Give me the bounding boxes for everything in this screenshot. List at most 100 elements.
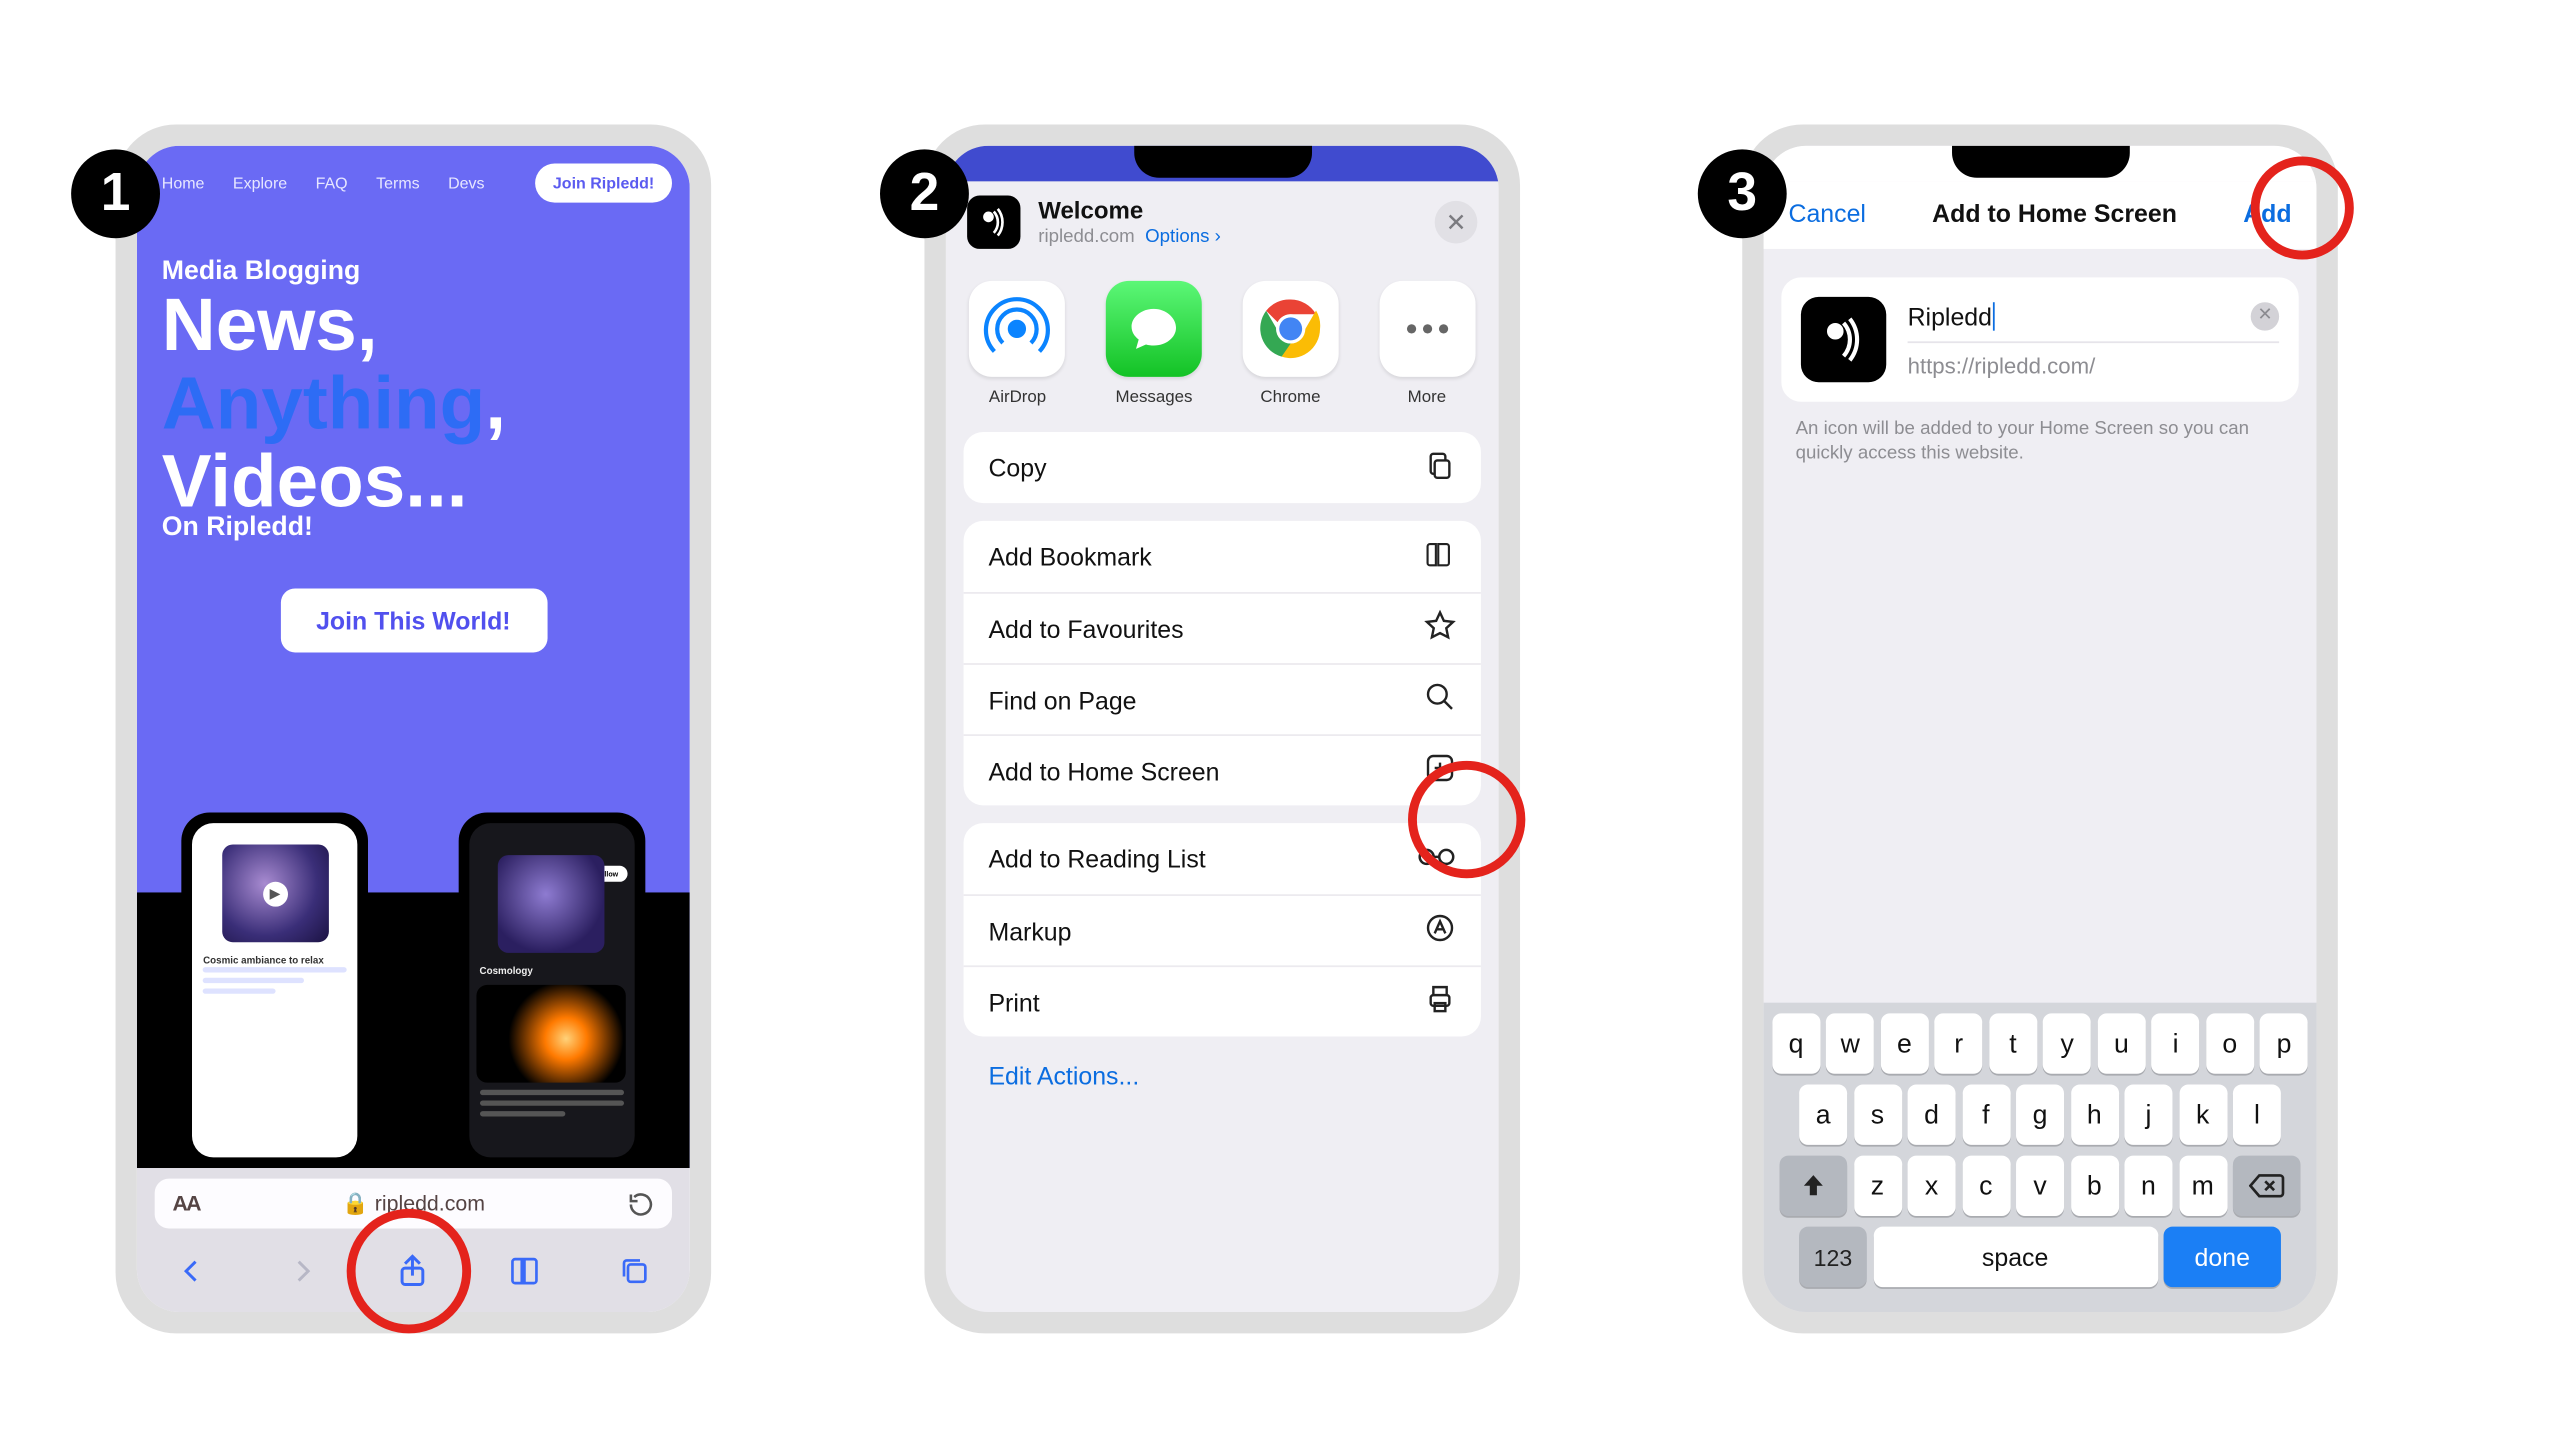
- action-find-on-page[interactable]: Find on Page: [964, 663, 1481, 734]
- site-nav: Home Explore FAQ Terms Devs Join Ripledd…: [137, 146, 690, 203]
- messages-icon: [1106, 281, 1202, 377]
- hero-line-2: Anything: [162, 361, 486, 445]
- share-apps-row: AirDrop Messages Chrome: [946, 270, 1499, 428]
- keyboard: q w e r t y u i o p a s d f g h: [1764, 1003, 2317, 1312]
- safari-domain: ripledd.com: [375, 1191, 485, 1216]
- share-icon[interactable]: [394, 1251, 433, 1290]
- key-p[interactable]: p: [2260, 1013, 2308, 1073]
- key-l[interactable]: l: [2233, 1084, 2281, 1144]
- key-t[interactable]: t: [1989, 1013, 2037, 1073]
- key-m[interactable]: m: [2179, 1156, 2227, 1216]
- bookmarks-icon[interactable]: [504, 1251, 543, 1290]
- add-homescreen-bar: Cancel Add to Home Screen Add: [1764, 181, 2317, 249]
- share-app-more[interactable]: More: [1379, 281, 1475, 407]
- key-v[interactable]: v: [2016, 1156, 2064, 1216]
- more-icon: [1379, 281, 1475, 377]
- app-name-input[interactable]: Ripledd ✕: [1908, 301, 2280, 342]
- clear-icon[interactable]: ✕: [2251, 301, 2279, 329]
- phone-screen-3: Cancel Add to Home Screen Add Ripledd ✕ …: [1764, 146, 2317, 1312]
- key-z[interactable]: z: [1853, 1156, 1901, 1216]
- key-d[interactable]: d: [1908, 1084, 1956, 1144]
- key-q[interactable]: q: [1772, 1013, 1820, 1073]
- key-a[interactable]: a: [1799, 1084, 1847, 1144]
- refresh-icon[interactable]: [628, 1190, 655, 1217]
- done-key[interactable]: done: [2164, 1227, 2281, 1287]
- edit-actions-link[interactable]: Edit Actions...: [964, 1054, 1481, 1090]
- key-i[interactable]: i: [2152, 1013, 2200, 1073]
- key-h[interactable]: h: [2070, 1084, 2118, 1144]
- preview-phone-dark: Follow Cosmology: [458, 812, 645, 1168]
- hero-cta-button[interactable]: Join This World!: [280, 589, 547, 653]
- key-y[interactable]: y: [2043, 1013, 2091, 1073]
- cancel-button[interactable]: Cancel: [1788, 199, 1866, 227]
- plus-square-icon: [1424, 752, 1456, 789]
- preview-phone-light: ▶ Cosmic ambiance to relax: [182, 812, 369, 1168]
- phone-frame-2: Welcome ripledd.com Options › ✕ AirDrop: [924, 124, 1520, 1333]
- site-icon: [967, 196, 1020, 249]
- hero: Media Blogging News, Anything, Videos...…: [137, 203, 690, 671]
- share-app-messages[interactable]: Messages: [1106, 281, 1202, 407]
- key-b[interactable]: b: [2070, 1156, 2118, 1216]
- app-icon-preview: [1801, 297, 1886, 382]
- key-c[interactable]: c: [1962, 1156, 2010, 1216]
- add-button[interactable]: Add: [2243, 199, 2291, 227]
- action-reading-list[interactable]: Add to Reading List: [964, 823, 1481, 894]
- action-markup[interactable]: Markup: [964, 894, 1481, 965]
- phone-frame-1: Home Explore FAQ Terms Devs Join Ripledd…: [116, 124, 712, 1333]
- share-title: Welcome: [1038, 198, 1221, 226]
- magnify-icon: [1424, 681, 1456, 718]
- nav-terms[interactable]: Terms: [376, 174, 420, 192]
- key-w[interactable]: w: [1826, 1013, 1874, 1073]
- star-icon: [1424, 610, 1456, 647]
- kb-row-3: z x c v b n m: [1771, 1156, 2310, 1216]
- safari-chrome: AA 🔒 ripledd.com: [137, 1168, 690, 1312]
- back-icon[interactable]: [173, 1251, 212, 1290]
- hero-comma: ,: [485, 361, 506, 445]
- close-icon[interactable]: ✕: [1435, 201, 1478, 244]
- share-site: ripledd.com: [1038, 225, 1135, 246]
- key-g[interactable]: g: [2016, 1084, 2064, 1144]
- action-copy[interactable]: Copy: [964, 432, 1481, 503]
- share-app-chrome[interactable]: Chrome: [1242, 281, 1338, 407]
- nav-explore[interactable]: Explore: [233, 174, 287, 192]
- key-k[interactable]: k: [2179, 1084, 2227, 1144]
- action-add-to-home-screen[interactable]: Add to Home Screen: [964, 734, 1481, 805]
- key-o[interactable]: o: [2206, 1013, 2254, 1073]
- numbers-key[interactable]: 123: [1799, 1227, 1867, 1287]
- phone-frame-3: Cancel Add to Home Screen Add Ripledd ✕ …: [1742, 124, 2338, 1333]
- tabs-icon[interactable]: [615, 1251, 654, 1290]
- step-badge-3: 3: [1698, 149, 1787, 238]
- phone-screen-2: Welcome ripledd.com Options › ✕ AirDrop: [946, 146, 1499, 1312]
- key-n[interactable]: n: [2124, 1156, 2172, 1216]
- share-sheet-header: Welcome ripledd.com Options › ✕: [946, 181, 1499, 270]
- action-print[interactable]: Print: [964, 965, 1481, 1036]
- play-icon: ▶: [263, 881, 288, 906]
- key-r[interactable]: r: [1935, 1013, 1983, 1073]
- nav-faq[interactable]: FAQ: [316, 174, 348, 192]
- key-u[interactable]: u: [2097, 1013, 2145, 1073]
- nav-join-button[interactable]: Join Ripledd!: [535, 164, 672, 203]
- markup-icon: [1424, 912, 1456, 949]
- share-app-airdrop[interactable]: AirDrop: [970, 281, 1066, 407]
- nav-devs[interactable]: Devs: [448, 174, 484, 192]
- key-e[interactable]: e: [1880, 1013, 1928, 1073]
- key-x[interactable]: x: [1908, 1156, 1956, 1216]
- shift-key[interactable]: [1780, 1156, 1848, 1216]
- key-f[interactable]: f: [1962, 1084, 2010, 1144]
- airdrop-icon: [970, 281, 1066, 377]
- backspace-key[interactable]: [2233, 1156, 2301, 1216]
- step-badge-1: 1: [71, 149, 160, 238]
- key-s[interactable]: s: [1853, 1084, 1901, 1144]
- space-key[interactable]: space: [1873, 1227, 2157, 1287]
- phone-screen-1: Home Explore FAQ Terms Devs Join Ripledd…: [137, 146, 690, 1312]
- hero-line-3: Videos...: [162, 443, 665, 521]
- reader-button[interactable]: AA: [172, 1191, 199, 1216]
- glasses-icon: [1417, 844, 1456, 874]
- action-add-favourites[interactable]: Add to Favourites: [964, 592, 1481, 663]
- lock-icon: 🔒: [342, 1191, 369, 1216]
- share-options-link[interactable]: Options ›: [1145, 225, 1221, 246]
- key-j[interactable]: j: [2124, 1084, 2172, 1144]
- nav-home[interactable]: Home: [162, 174, 205, 192]
- action-add-bookmark[interactable]: Add Bookmark: [964, 521, 1481, 592]
- safari-url-bar[interactable]: AA 🔒 ripledd.com: [155, 1179, 672, 1229]
